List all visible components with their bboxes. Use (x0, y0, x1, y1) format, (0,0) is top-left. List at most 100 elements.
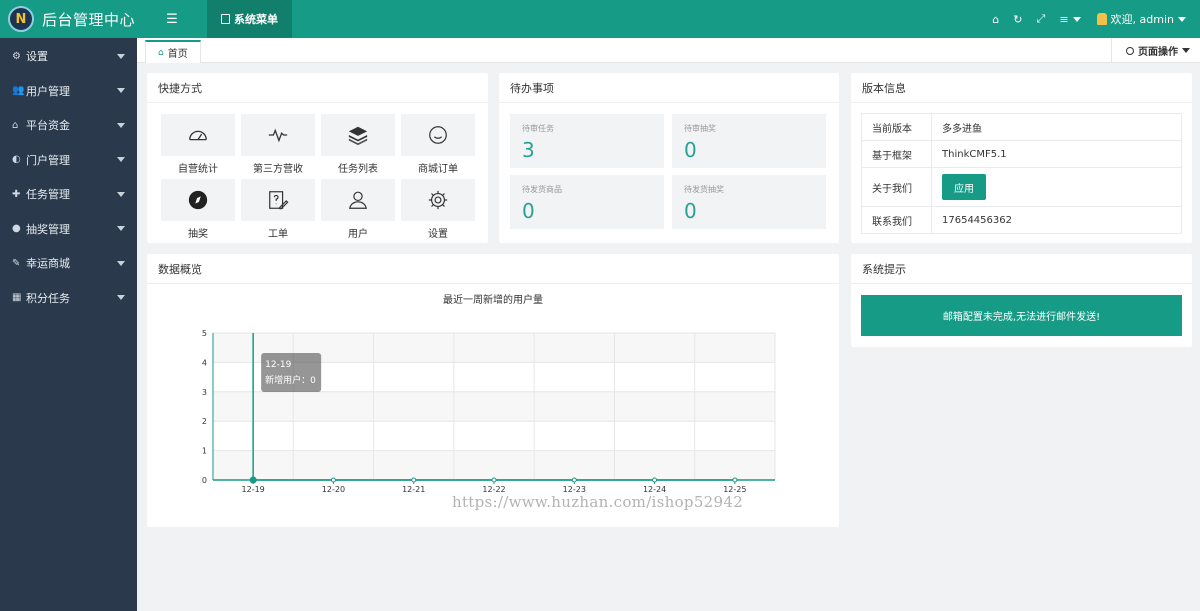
table-row: 关于我们 应用 (861, 167, 1182, 207)
user-growth-chart[interactable]: 最近一周新增的用户量01234512-19 12-20 12-21 12-22 12-2… (147, 285, 839, 527)
contact-key: 联系我们 (861, 206, 932, 234)
sidebar-item-0[interactable]: ⚙ 设置 (0, 39, 137, 74)
x-tick-label: 12-21 (402, 485, 425, 494)
system-menu-label: 系统菜单 (234, 13, 278, 26)
sidebar-item-7[interactable]: ▦ 积分任务 (0, 281, 137, 316)
chevron-down-icon (1182, 48, 1190, 53)
bank-icon: ⌂ (12, 119, 19, 131)
gears-icon: ⚙ (12, 50, 21, 62)
chevron-down-icon (117, 122, 125, 128)
shortcut-label: 自营统计 (178, 164, 218, 175)
home-icon: ⌂ (158, 47, 164, 58)
grid-band (213, 391, 775, 422)
data-point (330, 477, 336, 483)
grid-band (213, 450, 775, 480)
options-menu-icon[interactable]: ≡ (1059, 13, 1081, 26)
shortcuts-panel: 快捷方式 自营统计 第三方营收 任务列表 商城订单抽奖 工单 用户 设置 (147, 73, 488, 243)
shortcut-item[interactable]: 商城订单 (401, 114, 475, 179)
x-tick-label: 12-19 (242, 485, 265, 494)
todo-label: 待发货抽奖 (684, 185, 724, 194)
todo-count: 0 (684, 199, 697, 223)
overview-panel: 数据概览 最近一周新增的用户量 0 1 2 3 4 5 12-19 12-20 12-21 12-2… (147, 254, 839, 527)
shortcut-item[interactable]: 抽奖 (161, 179, 235, 244)
system-menu-tab[interactable]: 系统菜单 (207, 0, 292, 38)
page-operations-dropdown[interactable]: 页面操作 (1111, 38, 1200, 63)
shortcut-item[interactable]: 用户 (321, 179, 395, 244)
y-tick-label: 2 (202, 417, 207, 426)
sidebar: N 后台管理中心 ⚙ 设置 👥 用户管理 ⌂ 平台资金 ◐ 门户管理 ✚ 任务管理 ● 抽奖管理 ✎ 幸运… (0, 0, 137, 611)
shortcut-label: 设置 (428, 229, 448, 240)
framework-key: 基于框架 (861, 140, 932, 168)
y-tick-label: 3 (202, 388, 207, 397)
shortcut-label: 用户 (348, 229, 368, 240)
lottery-icon: ● (12, 223, 21, 235)
list-icon: ☰ (166, 11, 178, 27)
sidebar-menu: ⚙ 设置 👥 用户管理 ⌂ 平台资金 ◐ 门户管理 ✚ 任务管理 ● 抽奖管理 ✎ 幸运商城 ▦ 积分任务 (0, 39, 137, 315)
chevron-down-icon (117, 260, 125, 266)
sidebar-item-label: 幸运商城 (26, 257, 70, 271)
tasks-icon: ✚ (12, 188, 21, 200)
shortcut-item[interactable]: 工单 (241, 179, 315, 244)
dashboard-icon (161, 114, 235, 156)
sidebar-item-4[interactable]: ✚ 任务管理 (0, 177, 137, 212)
sidebar-item-1[interactable]: 👥 用户管理 (0, 74, 137, 109)
overview-title: 数据概览 (147, 254, 839, 284)
shortcut-item[interactable]: 第三方营收 (241, 114, 315, 179)
chevron-down-icon (117, 53, 125, 59)
shortcut-item[interactable]: 任务列表 (321, 114, 395, 179)
sidebar-item-label: 抽奖管理 (26, 222, 70, 236)
refresh-icon[interactable]: ↻ (1013, 13, 1022, 26)
shortcut-label: 商城订单 (418, 164, 458, 175)
shortcut-label: 第三方营收 (253, 164, 303, 175)
user-welcome-label: 欢迎, admin (1110, 13, 1174, 26)
settings-icon (401, 179, 475, 221)
todo-count: 0 (684, 138, 697, 162)
todo-card[interactable]: 待发货抽奖 0 (672, 175, 826, 229)
tab-home[interactable]: ⌂ 首页 (145, 40, 201, 63)
sidebar-item-label: 积分任务 (26, 291, 70, 305)
watermark-text: https://www.huzhan.com/ishop52942 (452, 493, 744, 511)
apply-button[interactable]: 应用 (942, 174, 986, 200)
todo-label: 待审任务 (522, 124, 554, 133)
sidebar-item-label: 用户管理 (26, 84, 70, 98)
shortcut-item[interactable]: 设置 (401, 179, 475, 244)
sidebar-item-6[interactable]: ✎ 幸运商城 (0, 246, 137, 281)
y-tick-label: 1 (202, 447, 207, 456)
todo-title: 待办事项 (499, 73, 839, 103)
sidebar-item-5[interactable]: ● 抽奖管理 (0, 212, 137, 247)
todo-card[interactable]: 待审任务 3 (510, 114, 664, 168)
shortcuts-title: 快捷方式 (147, 73, 488, 103)
sidebar-item-2[interactable]: ⌂ 平台资金 (0, 108, 137, 143)
tooltip-title: 12-19 (265, 360, 291, 370)
portal-icon: ◐ (12, 154, 21, 166)
system-tip-title: 系统提示 (851, 254, 1192, 284)
sidebar-toggle-button[interactable]: ☰ (137, 0, 207, 38)
user-menu[interactable]: 欢迎, admin (1096, 11, 1186, 27)
chevron-down-icon (117, 157, 125, 163)
page-tabs-bar: ⌂ 首页 页面操作 (137, 38, 1200, 63)
table-row: 联系我们 17654456362 (861, 206, 1182, 234)
pulse-icon (241, 114, 315, 156)
todo-card[interactable]: 待发货商品 0 (510, 175, 664, 229)
y-tick-label: 0 (202, 476, 207, 485)
chart-tooltip (261, 353, 322, 392)
fullscreen-icon[interactable]: ⤢ (1037, 12, 1046, 26)
tab-home-label: 首页 (167, 49, 188, 60)
system-tip-panel: 系统提示 邮箱配置未完成,无法进行邮件发送! (851, 254, 1192, 347)
table-row: 基于框架 ThinkCMF5.1 (861, 140, 1182, 168)
app-title: 后台管理中心 (42, 10, 136, 29)
grid-icon: ▦ (12, 292, 22, 304)
sidebar-item-3[interactable]: ◐ 门户管理 (0, 143, 137, 178)
chevron-down-icon (117, 226, 125, 232)
todo-card[interactable]: 待审抽奖 0 (672, 114, 826, 168)
user-icon (321, 179, 395, 221)
x-tick-label: 12-20 (322, 485, 345, 494)
todo-panel: 待办事项 待审任务 3 待审抽奖 0 待发货商品 0 待发货抽奖 0 (499, 73, 839, 243)
sidebar-item-label: 门户管理 (26, 153, 70, 167)
mail-config-alert: 邮箱配置未完成,无法进行邮件发送! (861, 295, 1182, 336)
home-icon[interactable]: ⌂ (992, 13, 999, 26)
logo-area[interactable]: N 后台管理中心 (0, 0, 137, 38)
tooltip-value: 新增用户：0 (265, 374, 316, 386)
shortcut-item[interactable]: 自营统计 (161, 114, 235, 179)
stack-icon (321, 114, 395, 156)
